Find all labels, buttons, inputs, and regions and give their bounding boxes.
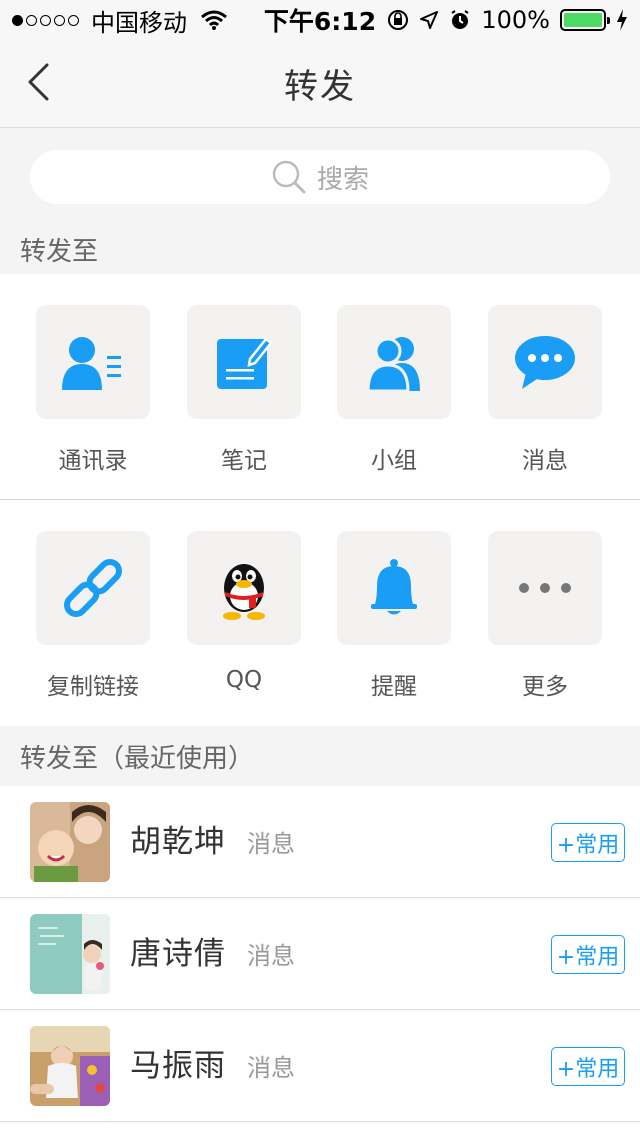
share-contacts[interactable]: 通讯录 [36, 305, 150, 475]
share-qq[interactable]: QQ [187, 531, 301, 693]
share-label: 消息 [522, 448, 568, 474]
group-icon [366, 337, 420, 391]
contact-type: 消息 [247, 1054, 295, 1082]
alarm-icon [451, 10, 469, 29]
contact-type: 消息 [247, 942, 295, 970]
contact-name: 胡乾坤 [130, 824, 226, 860]
carrier-name: 中国移动 [91, 8, 187, 37]
share-reminder[interactable]: 提醒 [337, 531, 451, 701]
share-tile [187, 305, 301, 419]
back-button[interactable] [20, 60, 56, 104]
avatar [30, 802, 110, 882]
battery-icon [560, 9, 610, 31]
bell-icon [371, 559, 417, 615]
avatar [30, 1026, 110, 1106]
contact-type: 消息 [247, 830, 295, 858]
share-label: 通讯录 [58, 448, 128, 474]
section-label-share: 转发至 [0, 224, 640, 274]
share-tile [337, 531, 451, 645]
add-favorite-button[interactable]: +常用 [551, 935, 625, 974]
share-label: 提醒 [371, 674, 417, 700]
share-label: 笔记 [221, 448, 267, 474]
search-input[interactable]: 搜索 [30, 150, 610, 204]
share-more[interactable]: 更多 [488, 531, 602, 701]
contact-name: 马振雨 [130, 1048, 226, 1084]
contact-row[interactable]: 胡乾坤 消息 +常用 [0, 786, 640, 898]
contact-name: 唐诗倩 [130, 936, 226, 972]
status-left: 中国移动 [12, 3, 227, 38]
avatar [30, 914, 110, 994]
search-icon [272, 160, 306, 194]
search-area: 搜索 [0, 128, 640, 224]
contact-row[interactable]: 马振雨 消息 +常用 [0, 1010, 640, 1122]
contacts-icon [62, 337, 121, 390]
battery-percentage: 100% [481, 6, 550, 34]
share-tile [36, 305, 150, 419]
more-icon [519, 583, 571, 593]
signal-strength-icon [12, 14, 79, 26]
add-favorite-button[interactable]: +常用 [551, 1047, 625, 1086]
rotation-lock-icon [388, 10, 409, 30]
qq-penguin-icon [223, 564, 265, 620]
charging-bolt-icon [617, 9, 627, 31]
share-row-2: 复制链接 QQ 提醒 更多 [0, 501, 640, 726]
share-tile [187, 531, 301, 645]
note-icon [217, 337, 272, 389]
share-label: 更多 [522, 674, 568, 700]
share-copy-link[interactable]: 复制链接 [36, 531, 150, 701]
share-label: QQ [225, 667, 263, 693]
link-icon [64, 559, 122, 617]
add-favorite-button[interactable]: +常用 [551, 823, 625, 862]
chevron-left-icon [28, 63, 49, 101]
share-label: 小组 [371, 448, 417, 474]
search-placeholder: 搜索 [316, 164, 369, 195]
wifi-icon [201, 10, 227, 30]
status-bar: 中国移动 下午6:12 100% [0, 0, 640, 40]
share-tile [36, 531, 150, 645]
location-arrow-icon [420, 11, 439, 29]
status-right: 100% [387, 6, 628, 34]
share-tile [337, 305, 451, 419]
section-label-recent: 转发至（最近使用） [0, 726, 640, 786]
share-group[interactable]: 小组 [337, 305, 451, 475]
share-row-1: 通讯录 笔记 小组 消息 [0, 274, 640, 500]
share-tile [488, 531, 602, 645]
page-title: 转发 [284, 67, 356, 107]
share-label: 复制链接 [47, 674, 139, 700]
nav-bar: 转发 [0, 40, 640, 128]
share-note[interactable]: 笔记 [187, 305, 301, 475]
message-icon [515, 336, 575, 389]
share-message[interactable]: 消息 [488, 305, 602, 475]
share-tile [488, 305, 602, 419]
contact-row[interactable]: 唐诗倩 消息 +常用 [0, 898, 640, 1010]
